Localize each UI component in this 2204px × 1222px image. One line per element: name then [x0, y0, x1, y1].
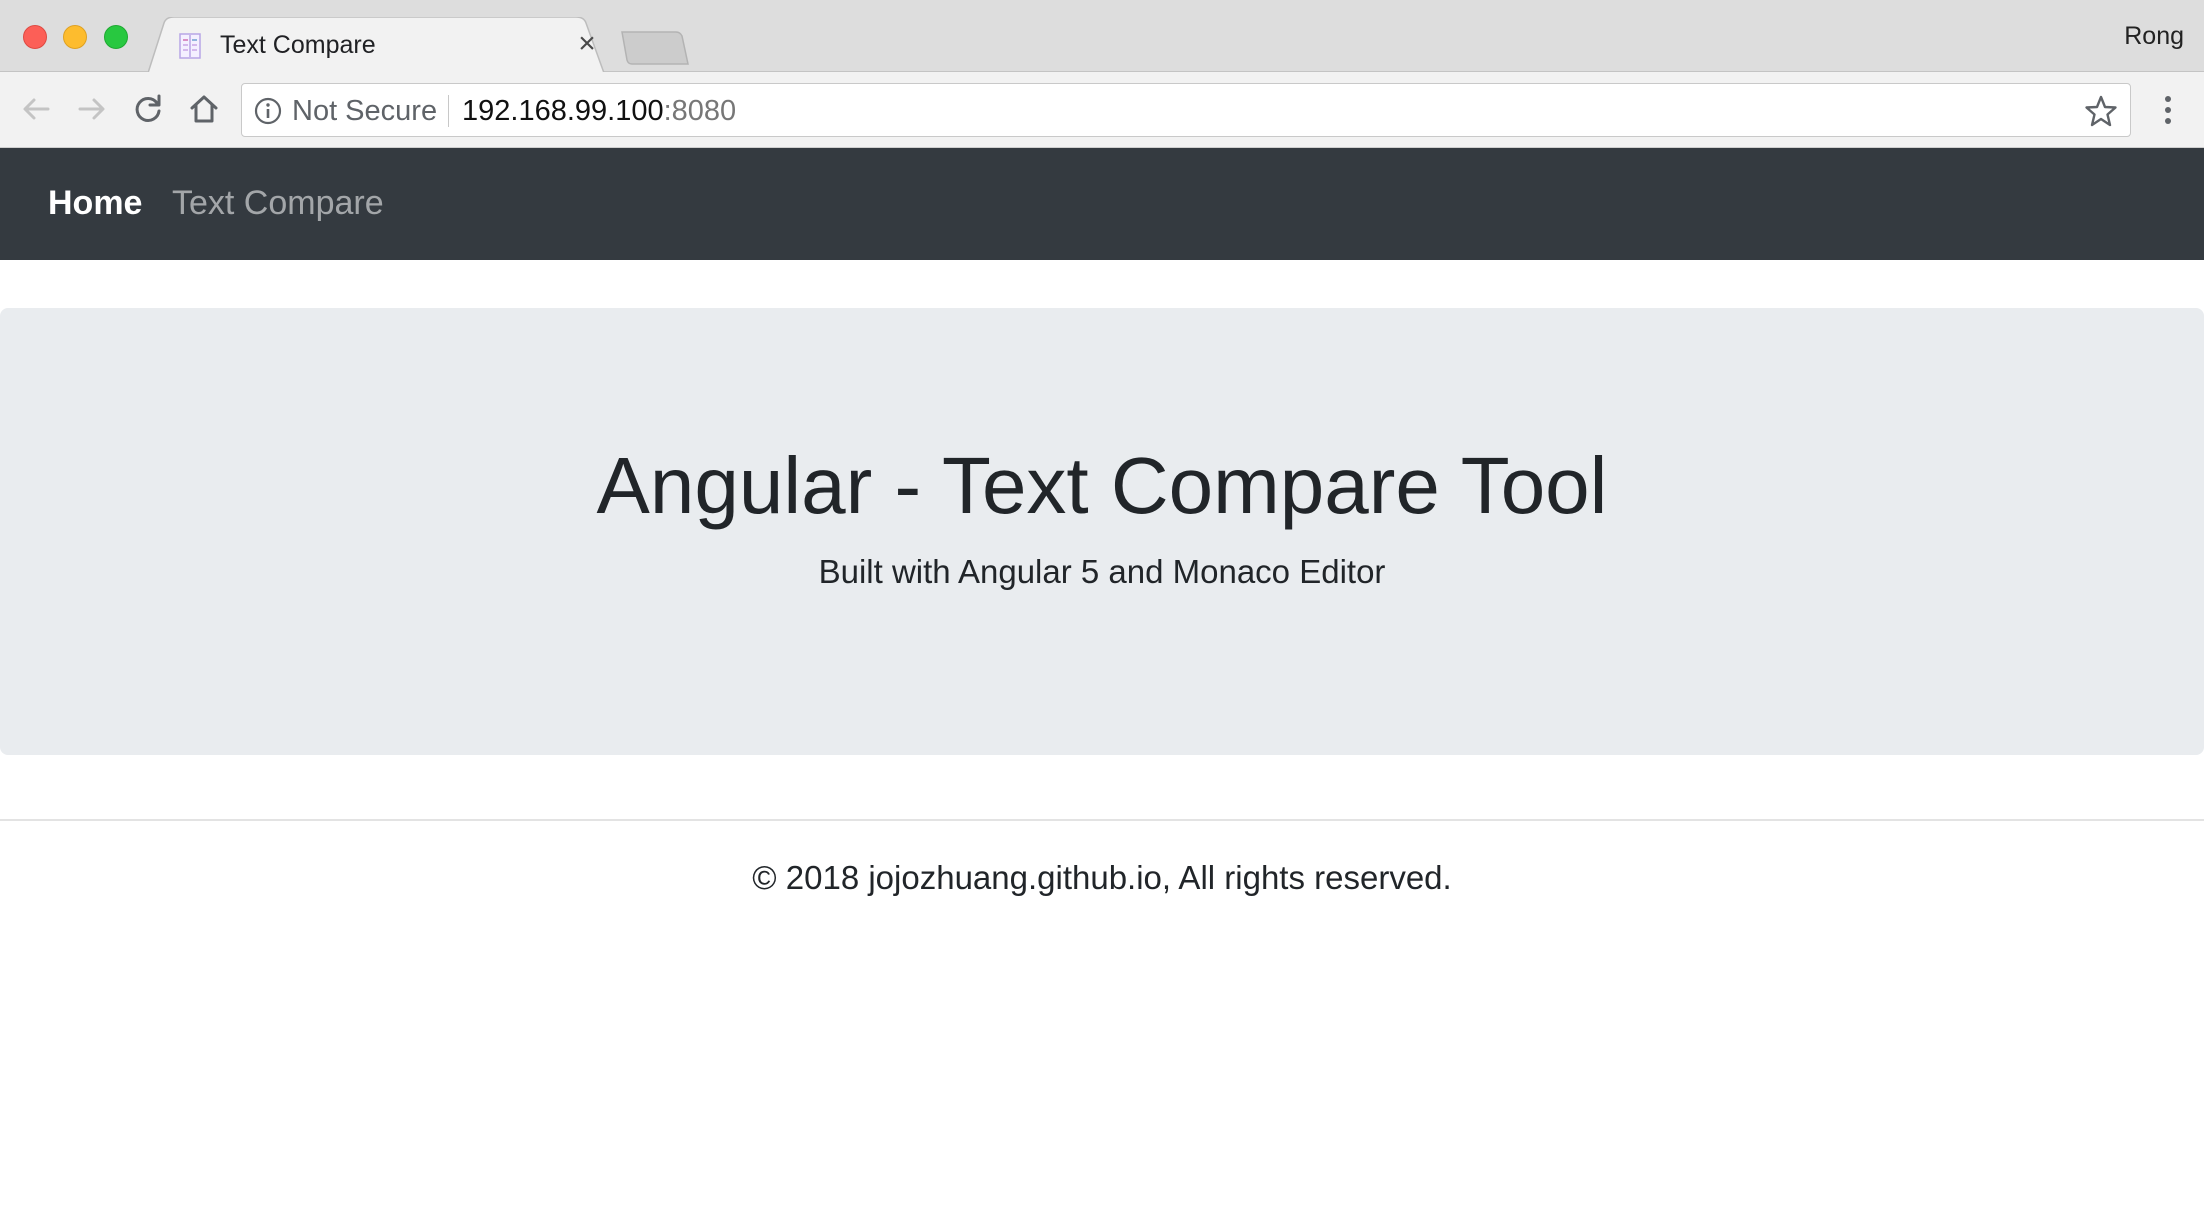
reload-icon: [135, 94, 161, 122]
forward-button[interactable]: [74, 91, 110, 127]
arrow-right-icon: [78, 98, 105, 120]
address-bar[interactable]: Not Secure 192.168.99.100:8080: [241, 83, 2131, 137]
back-button[interactable]: [18, 91, 54, 127]
browser-tab-active[interactable]: Text Compare ×: [148, 17, 612, 73]
tab-close-icon[interactable]: ×: [572, 29, 602, 59]
page-title: Angular - Text Compare Tool: [596, 441, 1608, 530]
browser-tab-strip: Text Compare × Rong: [0, 0, 2204, 73]
jumbotron: Angular - Text Compare Tool Built with A…: [0, 308, 2204, 755]
minimize-window-button[interactable]: [63, 25, 87, 49]
tab-title: Text Compare: [220, 31, 376, 59]
home-icon: [190, 95, 218, 123]
close-window-button[interactable]: [23, 25, 47, 49]
footer-copyright: © 2018 jojozhuang.github.io, All rights …: [752, 859, 1452, 896]
nav-text-compare-link[interactable]: Text Compare: [172, 182, 384, 224]
document-icon: [179, 33, 201, 59]
arrow-left-icon: [23, 98, 50, 120]
site-navbar: Home Text Compare: [0, 148, 2204, 260]
browser-toolbar: Not Secure 192.168.99.100:8080: [0, 72, 2204, 148]
home-button[interactable]: [186, 91, 222, 127]
url-port: :8080: [663, 95, 737, 127]
info-icon[interactable]: [254, 97, 282, 125]
page-subtitle: Built with Angular 5 and Monaco Editor: [818, 553, 1386, 590]
zoom-window-button[interactable]: [104, 25, 128, 49]
footer-divider: [0, 819, 2204, 821]
star-icon[interactable]: [2084, 94, 2118, 128]
nav-home-link[interactable]: Home: [48, 182, 142, 224]
profile-name[interactable]: Rong: [2124, 22, 2184, 51]
new-tab-button[interactable]: [620, 30, 690, 66]
reload-button[interactable]: [130, 91, 166, 127]
url-host: 192.168.99.100: [462, 95, 664, 127]
more-vertical-icon[interactable]: [2150, 92, 2186, 128]
url-text[interactable]: 192.168.99.100:8080: [462, 94, 736, 128]
omnibox-separator: [448, 95, 449, 127]
tab-shape: [148, 17, 605, 73]
security-label[interactable]: Not Secure: [292, 94, 437, 128]
